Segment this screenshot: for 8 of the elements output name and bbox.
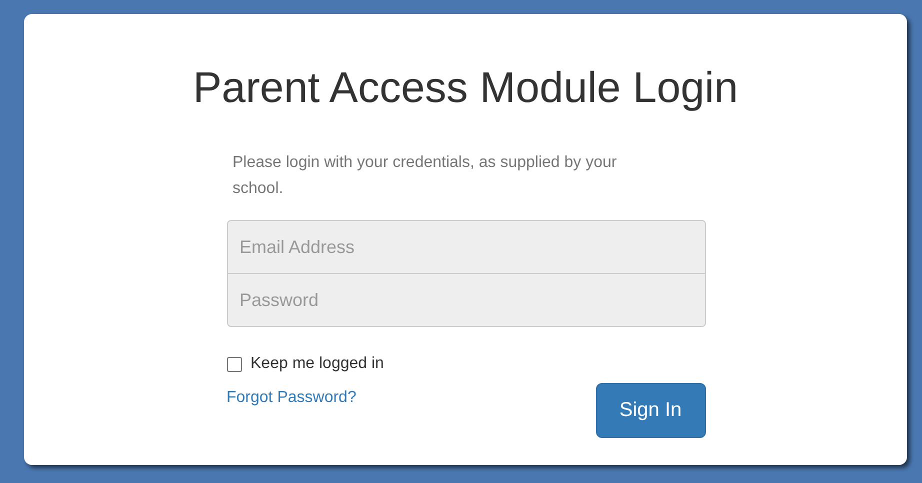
remember-checkbox[interactable] xyxy=(226,356,242,372)
intro-text: Please login with your credentials, as supplied by your school. xyxy=(232,153,618,199)
remember-label: Keep me logged in xyxy=(250,355,384,373)
sign-in-button[interactable]: Sign In xyxy=(596,383,706,438)
input-field[interactable]: Email Address xyxy=(226,220,706,274)
forgot-password-link[interactable]: Forgot Password? xyxy=(226,389,356,407)
page-title: Parent Access Module Login xyxy=(193,64,738,112)
input-field[interactable]: Password xyxy=(226,273,706,327)
